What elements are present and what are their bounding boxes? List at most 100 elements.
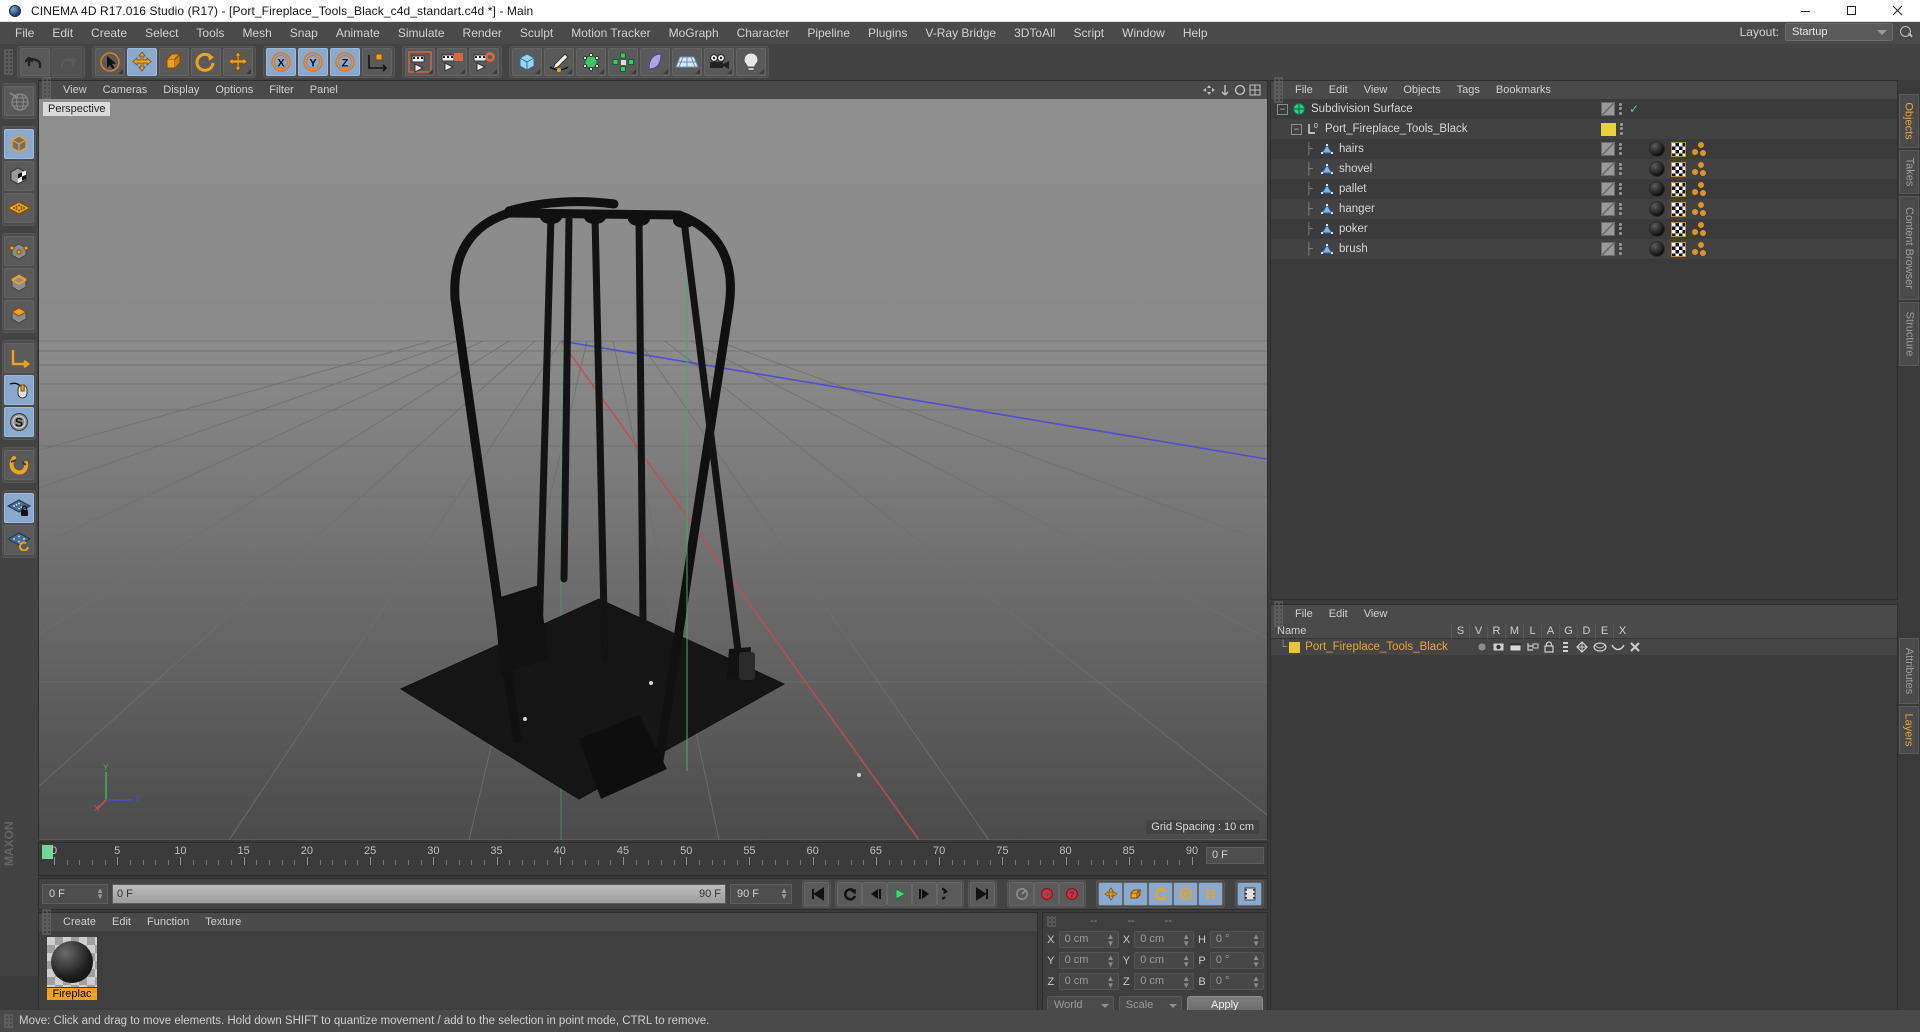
material-tag-icon[interactable] [1649, 241, 1665, 257]
timeline-keyframe-button[interactable] [1237, 882, 1262, 906]
viewport-menu-options[interactable]: Options [207, 83, 261, 97]
end-frame-field[interactable]: 90 F ▲ ▼ [730, 884, 792, 904]
selection-tag-icon[interactable] [1692, 241, 1708, 257]
viewport-menu-cameras[interactable]: Cameras [95, 83, 156, 97]
lock-z-axis-button[interactable]: Z [330, 48, 360, 76]
selection-tag-icon[interactable] [1692, 161, 1708, 177]
collapse-toggle-icon[interactable]: − [1277, 103, 1288, 115]
preview-range-bar[interactable]: 0 F 90 F [112, 884, 726, 904]
visibility-tag-icon[interactable] [1601, 142, 1615, 156]
menu-render[interactable]: Render [454, 24, 511, 42]
object-menu-objects[interactable]: Objects [1395, 83, 1448, 97]
viewport-menu-view[interactable]: View [55, 83, 95, 97]
key-rotation-button[interactable] [1148, 882, 1173, 906]
menu-3dtoall[interactable]: 3DToAll [1005, 24, 1064, 42]
coord-field-rot-p[interactable]: 0 ° ▲ ▼ [1209, 952, 1264, 969]
autokey-gauge-button[interactable] [1009, 882, 1034, 906]
layer-column-d[interactable]: D [1577, 622, 1595, 639]
maximize-button[interactable] [1828, 0, 1874, 22]
menu-mesh[interactable]: Mesh [233, 24, 280, 42]
viewport-zoom-icon[interactable] [1219, 84, 1231, 96]
key-scale-button[interactable] [1123, 882, 1148, 906]
dots-handle-icon[interactable] [1619, 162, 1623, 176]
material-tag-icon[interactable] [1649, 141, 1665, 157]
menu-create[interactable]: Create [82, 24, 136, 42]
dots-handle-icon[interactable] [1619, 202, 1623, 216]
vtab-structure[interactable]: Structure [1899, 302, 1919, 366]
object-menu-edit[interactable]: Edit [1321, 83, 1356, 97]
selection-tag-icon[interactable] [1692, 181, 1708, 197]
object-tree[interactable]: − Subdivision Surface ✓ −0 Port_Fireplace_To… [1271, 99, 1897, 259]
toolbar-grip[interactable] [4, 49, 13, 75]
viewport-menu-display[interactable]: Display [155, 83, 207, 97]
enable-axis-button[interactable] [4, 375, 34, 405]
play-forward-button[interactable] [887, 882, 912, 906]
layer-column-e[interactable]: E [1595, 622, 1613, 639]
object-row[interactable]: ├ shovel [1271, 159, 1897, 179]
timeline-ruler[interactable]: 0 5 10 15 20 25 30 35 40 45 50 55 60 65 70 75 80 85 90 0 F [40, 844, 1266, 872]
material-menu-texture[interactable]: Texture [197, 915, 249, 929]
uv-checker-tag-icon[interactable] [1671, 141, 1686, 157]
spinner-icon[interactable]: ▲ ▼ [1252, 954, 1260, 969]
dots-handle-icon[interactable] [1619, 222, 1623, 236]
uv-checker-tag-icon[interactable] [1671, 161, 1686, 177]
object-menu-bookmarks[interactable]: Bookmarks [1488, 83, 1559, 97]
move-tool-button[interactable] [127, 48, 157, 76]
coord-field-size-y[interactable]: 0 cm ▲ ▼ [1134, 952, 1195, 969]
object-row[interactable]: − Subdivision Surface ✓ [1271, 99, 1897, 119]
coord-field-size-x[interactable]: 0 cm ▲ ▼ [1134, 931, 1195, 948]
timeline-frame-field[interactable]: 0 F [1206, 847, 1264, 864]
spinner-icon[interactable]: ▲ ▼ [1182, 954, 1190, 969]
menu-select[interactable]: Select [136, 24, 187, 42]
layout-dropdown[interactable]: Startup [1785, 23, 1893, 41]
manager-tree-icon[interactable] [1526, 641, 1539, 653]
layer-manager-grip[interactable] [1274, 601, 1283, 627]
menu-motion-tracker[interactable]: Motion Tracker [562, 24, 659, 42]
coord-field-pos-y[interactable]: 0 cm ▲ ▼ [1058, 952, 1119, 969]
material-tag-icon[interactable] [1649, 181, 1665, 197]
layer-tag-icon[interactable] [1601, 122, 1616, 136]
spinner-icon[interactable]: ▲ ▼ [1107, 954, 1115, 969]
spinner-icon[interactable]: ▲ ▼ [96, 887, 104, 901]
object-row[interactable]: ├ hairs [1271, 139, 1897, 159]
polygon-mode-button[interactable] [4, 300, 34, 330]
spinner-icon[interactable]: ▲ ▼ [780, 887, 788, 901]
vtab-takes[interactable]: Takes [1899, 150, 1919, 194]
menu-script[interactable]: Script [1064, 24, 1113, 42]
menu-animate[interactable]: Animate [327, 24, 389, 42]
material-menu-edit[interactable]: Edit [104, 915, 139, 929]
dots-handle-icon[interactable] [1619, 182, 1623, 196]
coord-field-pos-z[interactable]: 0 cm ▲ ▼ [1058, 973, 1119, 990]
dots-handle-icon[interactable] [1619, 142, 1623, 156]
current-frame-field[interactable]: 0 F ▲ ▼ [42, 884, 108, 904]
camera-button[interactable] [704, 48, 734, 76]
object-menu-view[interactable]: View [1356, 83, 1396, 97]
layer-column-s[interactable]: S [1451, 622, 1469, 639]
workplane-button[interactable] [4, 525, 34, 555]
material-menu-function[interactable]: Function [139, 915, 197, 929]
menu-snap[interactable]: Snap [281, 24, 327, 42]
spinner-icon[interactable]: ▲ ▼ [1252, 975, 1260, 990]
model-mode-button[interactable] [4, 129, 34, 159]
menu-simulate[interactable]: Simulate [389, 24, 454, 42]
autokeying-button[interactable]: ? [1059, 882, 1084, 906]
move-alt-button[interactable] [223, 48, 253, 76]
deformer-icon[interactable] [1593, 641, 1607, 653]
previous-frame-button[interactable] [862, 882, 887, 906]
redo-button[interactable] [52, 48, 82, 76]
vtab-content-browser[interactable]: Content Browser [1899, 196, 1919, 300]
edges-mode-button[interactable] [4, 268, 34, 298]
layer-column-a[interactable]: A [1541, 622, 1559, 639]
go-to-start-button[interactable] [804, 882, 829, 906]
next-frame-button[interactable] [912, 882, 937, 906]
spinner-icon[interactable]: ▲ ▼ [1252, 933, 1260, 948]
spinner-icon[interactable]: ▲ ▼ [1107, 933, 1115, 948]
go-to-end-button[interactable] [970, 882, 995, 906]
play-backward-button[interactable] [837, 882, 862, 906]
layer-column-r[interactable]: R [1487, 622, 1505, 639]
menu-character[interactable]: Character [728, 24, 799, 42]
material-tag-icon[interactable] [1649, 161, 1665, 177]
render-settings-button[interactable] [469, 48, 499, 76]
status-grip[interactable] [4, 1014, 13, 1028]
visibility-tag-icon[interactable] [1601, 222, 1615, 236]
